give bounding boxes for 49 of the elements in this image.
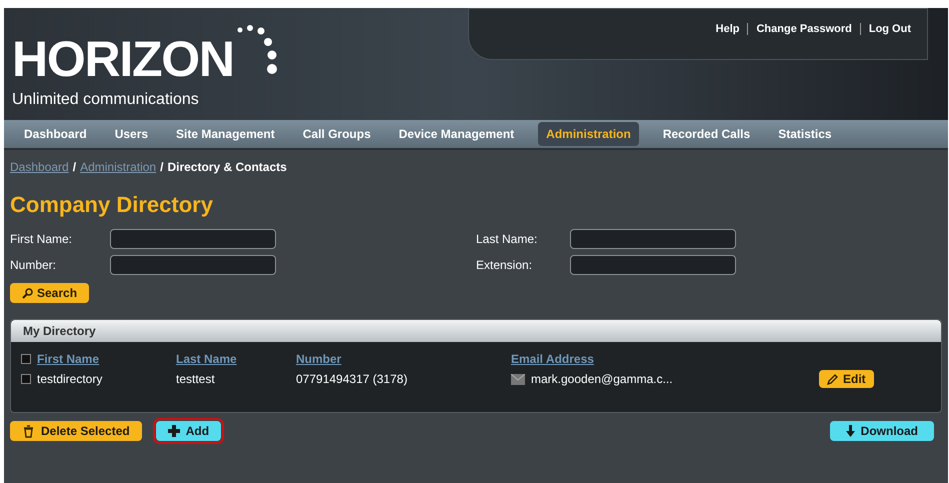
breadcrumb-link[interactable]: Administration — [80, 158, 156, 176]
table-cell-text: testdirectory — [37, 371, 102, 388]
breadcrumb-link[interactable]: Dashboard — [10, 158, 69, 176]
table-cell-text: mark.gooden@gamma.c... — [531, 371, 673, 388]
column-header[interactable]: First Name — [37, 350, 100, 368]
download-icon — [846, 425, 855, 437]
field-label: Last Name: — [476, 231, 538, 248]
column-header[interactable]: Last Name — [176, 350, 237, 368]
field-label: Number: — [10, 257, 58, 274]
trash-icon — [22, 424, 35, 438]
search-button[interactable]: Search — [10, 283, 90, 303]
nav-tab[interactable]: Site Management — [168, 122, 283, 146]
delete-button[interactable]: Delete Selected — [10, 421, 142, 441]
breadcrumb-separator: / — [160, 159, 164, 176]
nav-tab[interactable]: Dashboard — [16, 122, 95, 146]
table-cell-text: testtest — [176, 371, 215, 388]
header-link[interactable]: Help — [716, 21, 740, 38]
logo-text: HORIZON — [12, 34, 234, 84]
text-field[interactable] — [110, 255, 276, 275]
header-link[interactable]: Change Password — [756, 21, 852, 38]
nav-tab[interactable]: Call Groups — [294, 122, 379, 146]
add-button[interactable]: Add — [156, 421, 222, 441]
plus-icon — [168, 425, 180, 437]
field-label: First Name: — [10, 231, 74, 248]
text-field[interactable] — [570, 255, 736, 275]
header-link[interactable]: Log Out — [868, 21, 911, 38]
nav-tab[interactable]: Statistics — [770, 122, 840, 146]
nav-tab[interactable]: Users — [106, 122, 156, 146]
download-button[interactable]: Download — [830, 421, 934, 441]
page-title: Company Directory — [10, 191, 214, 219]
pencil-icon — [827, 373, 839, 385]
column-header[interactable]: Email Address — [511, 350, 594, 368]
edit-button[interactable]: Edit — [819, 370, 874, 388]
checkbox[interactable] — [21, 354, 31, 364]
breadcrumb-separator: / — [72, 159, 76, 176]
search-icon — [22, 288, 33, 298]
nav-tab[interactable]: Device Management — [390, 122, 522, 146]
column-header[interactable]: Number — [296, 350, 342, 368]
nav-tab[interactable]: Administration — [538, 122, 639, 146]
table-cell-text: 07791494317 (3178) — [296, 371, 408, 388]
breadcrumb-current: Directory & Contacts — [167, 159, 287, 176]
checkbox[interactable] — [21, 374, 31, 384]
nav-tab[interactable]: Recorded Calls — [654, 122, 758, 146]
panel-title: My Directory — [23, 323, 96, 340]
text-field[interactable] — [570, 229, 736, 249]
envelope-icon — [511, 374, 525, 384]
text-field[interactable] — [110, 229, 276, 249]
tagline: Unlimited communications — [12, 90, 200, 110]
field-label: Extension: — [476, 257, 534, 274]
